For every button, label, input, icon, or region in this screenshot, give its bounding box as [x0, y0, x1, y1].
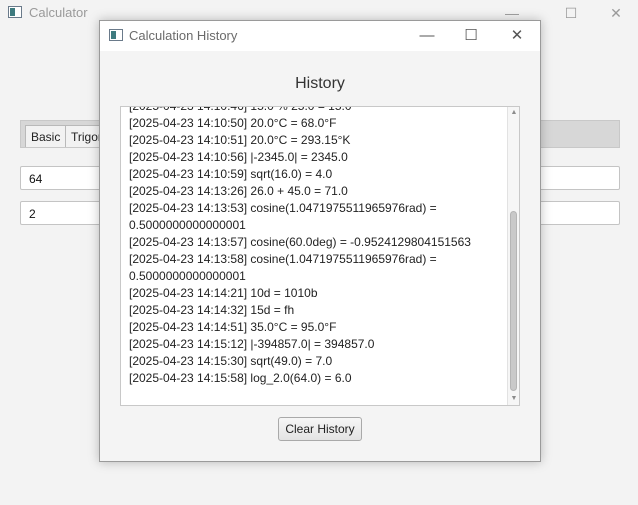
- history-entry: [2025-04-23 14:10:56] |-2345.0| = 2345.0: [129, 150, 348, 164]
- history-entry: [2025-04-23 14:13:58] cosine(1.047197551…: [129, 252, 437, 266]
- history-entry: [2025-04-23 14:10:51] 20.0°C = 293.15°K: [129, 133, 351, 147]
- scrollbar-thumb[interactable]: [510, 211, 517, 391]
- app-icon: [109, 29, 123, 41]
- clear-history-button[interactable]: Clear History: [278, 417, 362, 441]
- history-list: [2025-04-23 14:10:46] 15.0 % 25.0 = 15.0…: [129, 106, 507, 387]
- history-heading: History: [295, 75, 345, 92]
- close-icon[interactable]: ✕: [606, 4, 626, 22]
- history-entry: [2025-04-23 14:14:21] 10d = 1010b: [129, 286, 318, 300]
- dialog-title: Calculation History: [129, 28, 238, 43]
- history-text-area[interactable]: [2025-04-23 14:10:46] 15.0 % 25.0 = 15.0…: [120, 106, 520, 406]
- history-entry: [2025-04-23 14:13:57] cosine(60.0deg) = …: [129, 235, 471, 249]
- history-entry: 0.5000000000000001: [129, 269, 246, 283]
- history-entry: [2025-04-23 14:13:53] cosine(1.047197551…: [129, 201, 437, 215]
- dialog-titlebar: Calculation History — ☐ ✕: [100, 21, 540, 51]
- history-dialog: Calculation History — ☐ ✕ History [2025-…: [99, 20, 541, 462]
- history-entry: [2025-04-23 14:10:50] 20.0°C = 68.0°F: [129, 116, 337, 130]
- history-entry: [2025-04-23 14:10:46] 15.0 % 25.0 = 15.0: [129, 106, 352, 113]
- close-icon[interactable]: ✕: [504, 26, 530, 46]
- history-entry: [2025-04-23 14:15:30] sqrt(49.0) = 7.0: [129, 354, 333, 368]
- history-entry: [2025-04-23 14:14:32] 15d = fh: [129, 303, 295, 317]
- app-icon: [8, 6, 22, 18]
- maximize-icon[interactable]: ☐: [458, 26, 484, 46]
- history-entry: [2025-04-23 14:15:12] |-394857.0| = 3948…: [129, 337, 375, 351]
- history-entry: [2025-04-23 14:13:26] 26.0 + 45.0 = 71.0: [129, 184, 348, 198]
- main-window-title: Calculator: [29, 5, 88, 20]
- history-entry: 0.5000000000000001: [129, 218, 246, 232]
- history-entry: [2025-04-23 14:15:58] log_2.0(64.0) = 6.…: [129, 371, 352, 385]
- history-entry: [2025-04-23 14:14:51] 35.0°C = 95.0°F: [129, 320, 337, 334]
- history-scrollbar[interactable]: ▲ ▼: [507, 107, 519, 405]
- minimize-icon[interactable]: —: [414, 26, 440, 46]
- scroll-up-arrow-icon[interactable]: ▲: [509, 107, 519, 119]
- maximize-icon[interactable]: ☐: [561, 4, 581, 22]
- tab-basic[interactable]: Basic: [25, 125, 67, 147]
- history-entry: [2025-04-23 14:10:59] sqrt(16.0) = 4.0: [129, 167, 333, 181]
- scroll-down-arrow-icon[interactable]: ▼: [509, 393, 519, 405]
